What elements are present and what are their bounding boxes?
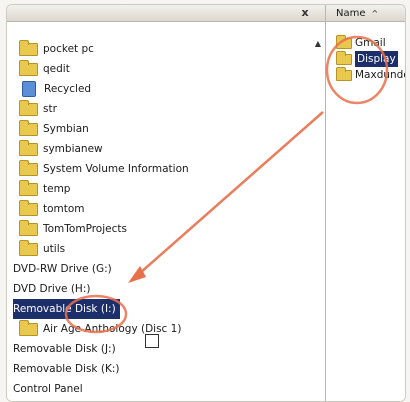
tree-item-label: Air Age Anthology (Disc 1) <box>43 323 182 335</box>
tree-item-pocket-pc[interactable]: pocket pc <box>13 39 189 59</box>
tree-item-label: DVD-RW Drive (G:) <box>13 263 112 275</box>
recycle-bin-icon <box>22 81 36 97</box>
file-list-pane: Name ^ Gmail Display Maxdundo <box>326 5 405 401</box>
tree-item-tomtom[interactable]: tomtom <box>13 199 189 219</box>
tree-item-label: symbianew <box>43 143 103 155</box>
tree-item-label: Removable Disk (K:) <box>13 363 120 375</box>
folder-icon <box>19 179 38 196</box>
tree-item-label: Recycled <box>44 83 92 95</box>
tree-item-recycled[interactable]: Recycled <box>13 79 189 99</box>
tree-item-label: temp <box>43 183 71 195</box>
folder-icon <box>336 66 352 81</box>
tree-item-label: pocket pc <box>43 43 94 55</box>
list-item-maxdundo[interactable]: Maxdundo <box>336 66 406 83</box>
tree-item-dvd-rw-drive[interactable]: DVD-RW Drive (G:) <box>13 259 189 279</box>
sort-arrow-icon: ^ <box>371 8 379 18</box>
tree-item-air-age-anthology[interactable]: Air Age Anthology (Disc 1) <box>13 319 189 339</box>
folder-icon <box>19 119 38 136</box>
close-pane-button[interactable]: x <box>299 7 311 19</box>
tree-item-control-panel[interactable]: Control Panel <box>13 379 189 399</box>
folder-icon <box>19 199 38 216</box>
list-item-gmail[interactable]: Gmail <box>336 34 405 51</box>
tree-item-label: Symbian <box>43 123 89 135</box>
folder-icon <box>19 219 38 236</box>
tree-item-temp[interactable]: temp <box>13 179 189 199</box>
folder-tree-pane: x ▲ pocket pc qedit Recycled str Symbian… <box>7 5 326 401</box>
tree-item-label: qedit <box>43 63 70 75</box>
tree-item-system-volume-information[interactable]: System Volume Information <box>13 159 189 179</box>
tree-item-dvd-drive[interactable]: DVD Drive (H:) <box>13 279 189 299</box>
tree-item-str[interactable]: str <box>13 99 189 119</box>
tree-item-label: Control Panel <box>13 383 83 395</box>
tree-item-label: TomTomProjects <box>43 223 127 235</box>
list-item-label: Gmail <box>355 37 386 49</box>
tree-item-label: tomtom <box>43 203 85 215</box>
folder-icon <box>19 59 38 76</box>
tree-item-label-selected: Removable Disk (I:) <box>13 299 120 319</box>
tree-item-label: Removable Disk (J:) <box>13 343 116 355</box>
tree-item-qedit[interactable]: qedit <box>13 59 189 79</box>
folder-icon <box>19 159 38 176</box>
tree-item-symbianew[interactable]: symbianew <box>13 139 189 159</box>
folder-icon <box>19 139 38 156</box>
file-list: Gmail Display Maxdundo <box>336 34 406 83</box>
tree-item-removable-disk-k[interactable]: Removable Disk (K:) <box>13 359 189 379</box>
folder-icon <box>19 319 38 336</box>
tree-item-removable-disk-i[interactable]: Removable Disk (I:) <box>13 299 189 319</box>
tree-pane-header: x <box>7 5 325 22</box>
tree-item-label: System Volume Information <box>43 163 189 175</box>
tree-item-label: DVD Drive (H:) <box>13 283 91 295</box>
name-column-header[interactable]: Name ^ <box>326 5 405 22</box>
tree-item-label: utils <box>43 243 66 255</box>
scroll-up-arrow-icon[interactable]: ▲ <box>313 39 323 49</box>
folder-tree: pocket pc qedit Recycled str Symbian sym… <box>13 39 189 399</box>
tree-item-removable-disk-j[interactable]: Removable Disk (J:) <box>13 339 189 359</box>
list-item-label-selected: Display <box>355 51 398 67</box>
tree-item-symbian[interactable]: Symbian <box>13 119 189 139</box>
folder-icon <box>336 50 352 65</box>
list-item-label: Maxdundo <box>355 69 406 81</box>
folder-icon <box>19 239 38 256</box>
tree-item-label: str <box>43 103 57 115</box>
drag-cursor-icon <box>145 334 159 348</box>
folder-icon <box>19 39 38 56</box>
tree-item-utils[interactable]: utils <box>13 239 189 259</box>
column-header-label: Name <box>336 7 366 19</box>
folder-icon <box>336 34 352 49</box>
explorer-window: x ▲ pocket pc qedit Recycled str Symbian… <box>6 4 406 402</box>
tree-item-tomtomprojects[interactable]: TomTomProjects <box>13 219 189 239</box>
list-item-display[interactable]: Display <box>336 50 405 67</box>
folder-icon <box>19 99 38 116</box>
